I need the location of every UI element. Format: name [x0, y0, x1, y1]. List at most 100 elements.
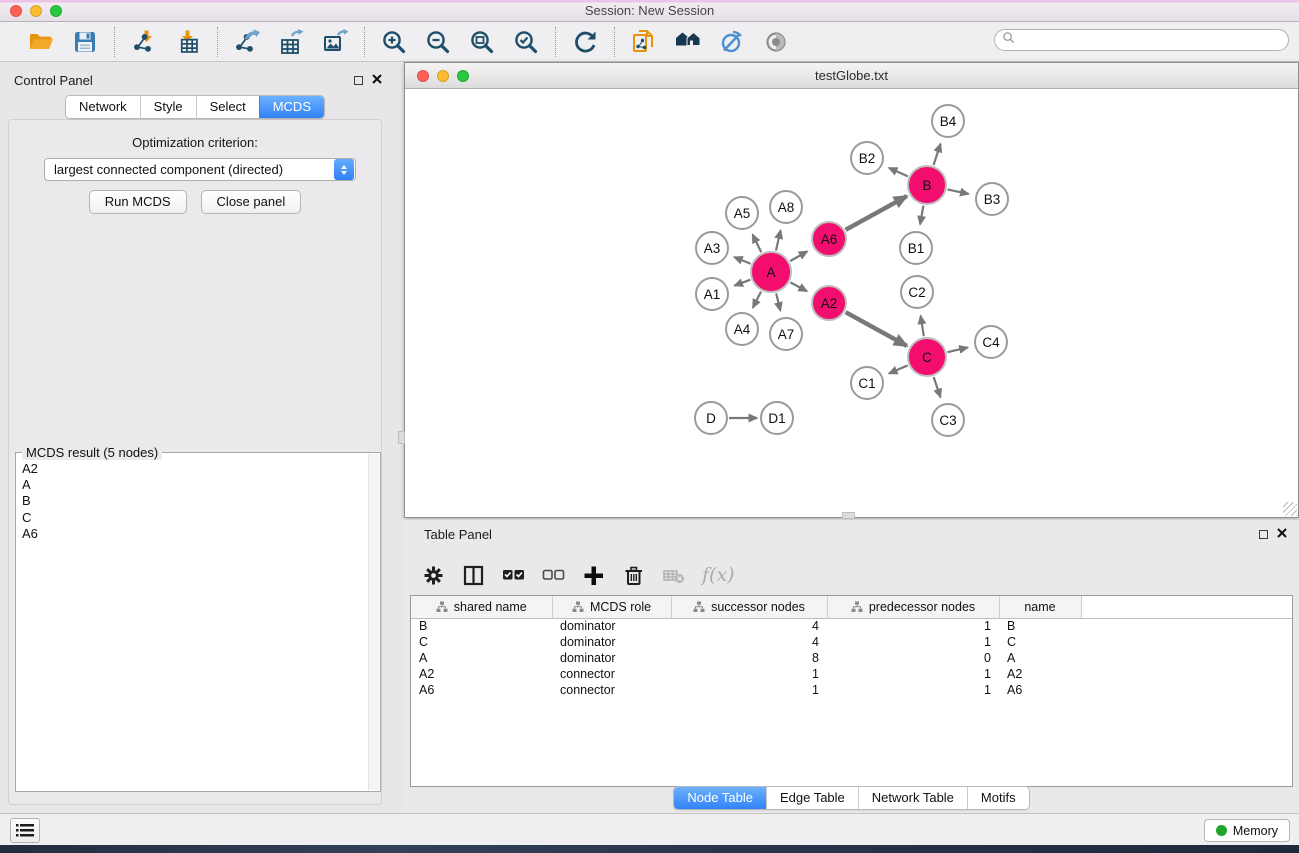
graph-edge-A-A1[interactable]	[734, 280, 750, 286]
cell-predecessor-nodes[interactable]: 1	[827, 682, 999, 698]
task-history-button[interactable]	[10, 818, 40, 843]
settings-icon[interactable]	[422, 564, 445, 587]
graph-node-A2[interactable]: A2	[812, 286, 846, 320]
result-item[interactable]: A2	[22, 461, 380, 477]
export-network-icon[interactable]	[233, 28, 261, 56]
close-panel-icon[interactable]	[372, 71, 382, 89]
tab-style[interactable]: Style	[140, 96, 196, 118]
cell-MCDS-role[interactable]: dominator	[552, 618, 671, 634]
graph-node-A7[interactable]: A7	[770, 318, 802, 350]
import-network-icon[interactable]	[130, 28, 158, 56]
cell-shared-name[interactable]: A6	[411, 682, 552, 698]
eye-icon[interactable]	[762, 28, 790, 56]
export-image-icon[interactable]	[321, 28, 349, 56]
graph-edge-A-A6[interactable]	[790, 251, 807, 261]
add-column-icon[interactable]	[582, 564, 605, 587]
graph-node-D1[interactable]: D1	[761, 402, 793, 434]
graph-node-C4[interactable]: C4	[975, 326, 1007, 358]
graph-node-A8[interactable]: A8	[770, 191, 802, 223]
criterion-dropdown[interactable]: largest connected component (directed)	[44, 158, 356, 181]
cell-successor-nodes[interactable]: 8	[671, 650, 827, 666]
graph-node-C1[interactable]: C1	[851, 367, 883, 399]
delete-column-icon[interactable]	[622, 564, 645, 587]
mcds-result-list[interactable]: A2ABCA6	[16, 453, 380, 791]
result-item[interactable]: C	[22, 510, 380, 526]
graph-edge-A-A7[interactable]	[776, 293, 780, 310]
float-table-panel-icon[interactable]	[1259, 530, 1268, 539]
graph-node-C2[interactable]: C2	[901, 276, 933, 308]
graph-node-B3[interactable]: B3	[976, 183, 1008, 215]
tab-select[interactable]: Select	[196, 96, 259, 118]
graph-edge-A6-B[interactable]	[846, 196, 907, 230]
table-row[interactable]: Cdominator41C	[411, 634, 1292, 650]
graph-edge-B-B1[interactable]	[920, 206, 923, 225]
cell-MCDS-role[interactable]: connector	[552, 682, 671, 698]
result-item[interactable]: B	[22, 493, 380, 509]
column-header-MCDS-role[interactable]: MCDS role	[552, 596, 671, 618]
cell-MCDS-role[interactable]: dominator	[552, 650, 671, 666]
cell-shared-name[interactable]: C	[411, 634, 552, 650]
graph-edge-B-B2[interactable]	[889, 168, 908, 177]
result-item[interactable]: A	[22, 477, 380, 493]
tab-network[interactable]: Network	[66, 96, 140, 118]
save-session-icon[interactable]	[71, 28, 99, 56]
tab-edge-table[interactable]: Edge Table	[766, 787, 858, 809]
cell-MCDS-role[interactable]: dominator	[552, 634, 671, 650]
graph-edge-A-A4[interactable]	[753, 292, 761, 308]
graph-node-B[interactable]: B	[908, 166, 946, 204]
graph-edge-A-A2[interactable]	[790, 282, 807, 291]
cell-shared-name[interactable]: A2	[411, 666, 552, 682]
float-panel-icon[interactable]	[354, 76, 363, 85]
table-row[interactable]: Bdominator41B	[411, 618, 1292, 634]
cell-successor-nodes[interactable]: 4	[671, 618, 827, 634]
cell-name[interactable]: A	[999, 650, 1081, 666]
graph-node-A4[interactable]: A4	[726, 313, 758, 345]
resize-grip-icon[interactable]	[1283, 502, 1297, 516]
cell-name[interactable]: B	[999, 618, 1081, 634]
cell-successor-nodes[interactable]: 4	[671, 634, 827, 650]
zoom-out-icon[interactable]	[424, 28, 452, 56]
clone-network-icon[interactable]	[630, 28, 658, 56]
graph-node-A6[interactable]: A6	[812, 222, 846, 256]
graph-edge-C-C2[interactable]	[921, 316, 924, 337]
run-mcds-button[interactable]: Run MCDS	[89, 190, 187, 214]
tab-mcds[interactable]: MCDS	[259, 96, 324, 118]
cell-name[interactable]: C	[999, 634, 1081, 650]
graph-edge-B-B4[interactable]	[934, 144, 941, 165]
zoom-in-icon[interactable]	[380, 28, 408, 56]
graph-node-A1[interactable]: A1	[696, 278, 728, 310]
column-header-name[interactable]: name	[999, 596, 1081, 618]
tab-node-table[interactable]: Node Table	[674, 787, 766, 809]
close-panel-button[interactable]: Close panel	[201, 190, 302, 214]
tab-motifs[interactable]: Motifs	[967, 787, 1029, 809]
cell-shared-name[interactable]: A	[411, 650, 552, 666]
cell-predecessor-nodes[interactable]: 1	[827, 634, 999, 650]
graph-node-C[interactable]: C	[908, 338, 946, 376]
export-table-icon[interactable]	[277, 28, 305, 56]
table-row[interactable]: A6connector11A6	[411, 682, 1292, 698]
graphics-details-icon[interactable]	[718, 28, 746, 56]
column-header-predecessor-nodes[interactable]: predecessor nodes	[827, 596, 999, 618]
graph-edge-C-C3[interactable]	[934, 377, 941, 397]
cell-successor-nodes[interactable]: 1	[671, 682, 827, 698]
horizontal-splitter-handle[interactable]	[842, 512, 855, 519]
search-input[interactable]	[1015, 31, 1288, 49]
zoom-fit-icon[interactable]	[468, 28, 496, 56]
tab-network-table[interactable]: Network Table	[858, 787, 967, 809]
home-icon[interactable]	[674, 28, 702, 56]
select-all-icon[interactable]	[502, 564, 525, 587]
cell-MCDS-role[interactable]: connector	[552, 666, 671, 682]
graph-edge-A-A5[interactable]	[753, 235, 762, 253]
graph-edge-A2-C[interactable]	[846, 312, 907, 346]
cell-name[interactable]: A2	[999, 666, 1081, 682]
import-table-icon[interactable]	[174, 28, 202, 56]
graph-node-B2[interactable]: B2	[851, 142, 883, 174]
show-columns-icon[interactable]	[462, 564, 485, 587]
column-header-successor-nodes[interactable]: successor nodes	[671, 596, 827, 618]
search-field[interactable]	[994, 29, 1289, 51]
graph-node-C3[interactable]: C3	[932, 404, 964, 436]
cell-predecessor-nodes[interactable]: 1	[827, 618, 999, 634]
cell-predecessor-nodes[interactable]: 0	[827, 650, 999, 666]
graph-node-B4[interactable]: B4	[932, 105, 964, 137]
cell-shared-name[interactable]: B	[411, 618, 552, 634]
